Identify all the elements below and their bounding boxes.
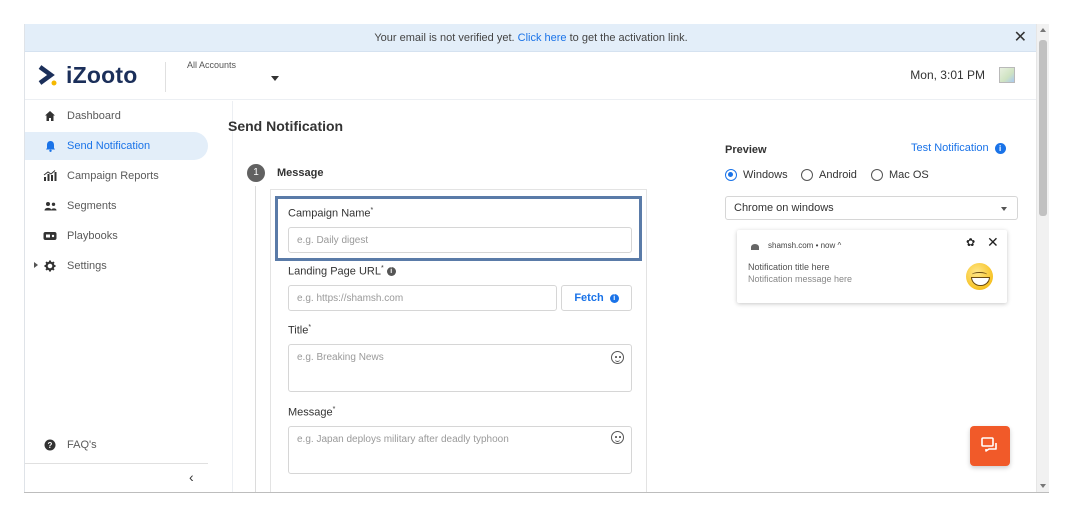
landing-url-label: Landing Page URL* i [288,265,396,278]
izooto-logo[interactable]: iZooto [37,60,137,90]
expand-caret-icon [34,262,38,268]
sidebar-item-label: Campaign Reports [67,170,159,182]
activation-link[interactable]: Click here [518,32,567,44]
sidebar-item-campaign-reports[interactable]: Campaign Reports [25,162,208,190]
radio-selected-icon [725,169,737,181]
platform-radio-windows[interactable]: Windows [725,169,788,181]
close-banner-icon[interactable]: ✕ [1014,24,1027,52]
chat-icon [981,437,997,452]
app-window: Your email is not verified yet. Click he… [24,24,1036,492]
gear-icon: ✿ [966,237,976,249]
sidebar-item-dashboard[interactable]: Dashboard [25,102,208,130]
sidebar-item-label: Dashboard [67,110,121,122]
info-icon: i [609,293,619,303]
close-icon: ✕ [987,234,999,250]
message-label: Message* [288,406,336,419]
step-label: Message [277,167,324,179]
browser-select[interactable]: Chrome on windows [725,196,1018,220]
emoji-picker-icon[interactable] [611,351,624,364]
step-number-badge: 1 [247,164,265,182]
users-icon [43,199,57,213]
sidebar-item-label: Segments [67,200,117,212]
platform-radio-android[interactable]: Android [801,169,857,181]
message-input[interactable]: e.g. Japan deploys military after deadly… [288,426,632,474]
emoji-picker-icon[interactable] [611,431,624,444]
sidebar-item-label: Playbooks [67,230,118,242]
laughing-emoji-icon [966,263,993,290]
platform-radio-macos[interactable]: Mac OS [871,169,929,181]
sidebar-item-label: FAQ's [67,439,97,451]
notification-message: Notification message here [748,274,853,284]
bar-chart-icon [43,169,57,183]
collapse-sidebar-icon[interactable]: ‹ [189,469,194,485]
sidebar-item-playbooks[interactable]: Playbooks [25,222,208,250]
playbook-icon [43,229,57,243]
bell-icon [43,139,57,153]
sidebar-item-label: Settings [67,260,107,272]
campaign-name-input[interactable]: e.g. Daily digest [288,227,632,253]
page-scrollbar[interactable] [1036,24,1049,492]
sidebar-item-send-notification[interactable]: Send Notification [25,132,208,160]
radio-icon [801,169,813,181]
scrollbar-thumb[interactable] [1039,40,1047,216]
home-icon [43,109,57,123]
sidebar-item-label: Send Notification [67,140,151,152]
notification-source: shamsh.com • now ^ [768,241,842,250]
sidebar-divider [25,463,208,464]
fetch-button[interactable]: Fetch i [561,285,632,311]
logo-divider [165,62,166,92]
sidebar-item-faq[interactable]: ? FAQ's [25,431,208,459]
sidebar-item-settings[interactable]: Settings [25,252,208,280]
page-title: Send Notification [228,118,344,134]
scroll-down-icon[interactable] [1040,484,1046,488]
info-icon: i [994,142,1006,154]
banner-text: Your email is not verified yet. [374,32,515,44]
chevron-down-icon [1001,207,1007,211]
verification-banner: Your email is not verified yet. Click he… [25,24,1036,52]
scroll-up-icon[interactable] [1040,28,1046,32]
accounts-dropdown-icon[interactable] [271,76,279,81]
window-bottom-edge [24,492,1049,493]
campaign-name-label: Campaign Name* [288,207,374,220]
datetime: Mon, 3:01 PM [910,68,985,82]
radio-icon [871,169,883,181]
preview-label: Preview [725,144,767,156]
broken-image-icon[interactable] [999,67,1015,83]
sidebar-item-segments[interactable]: Segments [25,192,208,220]
svg-text:?: ? [48,441,53,450]
site-icon [751,244,759,250]
landing-url-input[interactable]: e.g. https://shamsh.com [288,285,557,311]
logo-mark-icon [38,65,57,86]
info-icon[interactable]: i [386,267,396,277]
accounts-label: All Accounts [187,60,237,70]
step-connector [255,186,256,492]
test-notification-link[interactable]: Test Notification i [911,142,1006,154]
gear-icon [43,259,57,273]
brand-name: iZooto [66,61,138,88]
title-label: Title* [288,324,312,337]
notification-title: Notification title here [748,262,830,272]
top-header: iZooto All Accounts Mon, 3:01 PM [25,52,1036,100]
chat-button[interactable] [970,426,1010,466]
help-icon: ? [43,438,57,452]
notification-preview: shamsh.com • now ^ ✿ ✕ Notification titl… [737,230,1007,303]
banner-text-end: to get the activation link. [569,32,688,44]
title-input[interactable]: e.g. Breaking News [288,344,632,392]
sidebar: Dashboard Send Notification Campaign Rep… [25,101,233,492]
